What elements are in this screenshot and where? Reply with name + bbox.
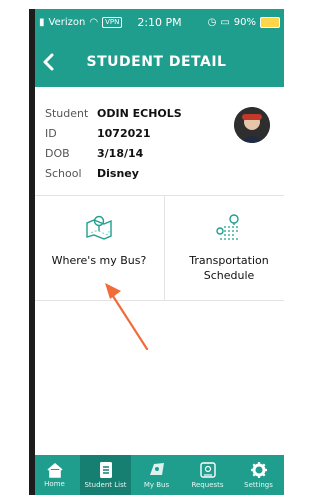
- id-row: ID 1072021: [45, 123, 265, 143]
- tab-settings-label: Settings: [244, 481, 273, 489]
- status-time: 2:10 PM: [137, 15, 182, 29]
- tab-requests-label: Requests: [191, 481, 224, 489]
- avatar-icon: [234, 107, 270, 143]
- tab-student-list-label: Student List: [84, 481, 127, 489]
- wheres-my-bus-label: Where's my Bus?: [51, 254, 147, 267]
- student-row: Student ODIN ECHOLS: [45, 103, 265, 123]
- back-chevron-icon[interactable]: [39, 52, 59, 72]
- tab-student-list[interactable]: Student List: [80, 455, 131, 495]
- transportation-schedule-label: Transportation Schedule: [189, 254, 269, 282]
- home-icon: [46, 462, 63, 478]
- page-title: STUDENT DETAIL: [86, 54, 227, 70]
- status-bar: ▮ Verizon ◠ VPN 2:10 PM ◷ ▭ 90%: [39, 13, 280, 31]
- tab-requests[interactable]: Requests: [182, 455, 233, 495]
- school-label: School: [45, 166, 82, 180]
- requests-icon: [199, 462, 216, 478]
- dob-value: 3/18/14: [97, 146, 144, 160]
- dob-label: DOB: [45, 146, 70, 160]
- id-label: ID: [45, 126, 57, 140]
- gear-icon: [250, 462, 267, 478]
- header: STUDENT DETAIL: [29, 45, 284, 79]
- annotation-arrow: [105, 283, 149, 351]
- bottom-tab-bar: Home Student List My Bus Requests Settin…: [29, 455, 284, 495]
- tab-my-bus[interactable]: My Bus: [131, 455, 182, 495]
- tab-my-bus-label: My Bus: [143, 481, 170, 489]
- map-pin-icon: [86, 215, 112, 240]
- tiles-divider-top: [35, 195, 284, 196]
- tiles-divider-bottom: [35, 300, 284, 301]
- student-label: Student: [45, 106, 89, 120]
- school-value: Disney: [97, 166, 139, 180]
- tab-settings[interactable]: Settings: [233, 455, 284, 495]
- transportation-schedule-tile[interactable]: Transportation Schedule: [165, 197, 284, 299]
- dob-row: DOB 3/18/14: [45, 143, 265, 163]
- tab-home[interactable]: Home: [29, 455, 80, 495]
- top-bar: ▮ Verizon ◠ VPN 2:10 PM ◷ ▭ 90% STUDENT …: [29, 9, 284, 87]
- battery-icon: [260, 16, 280, 28]
- tab-home-label: Home: [44, 480, 65, 488]
- route-icon: [216, 214, 240, 240]
- bus-map-icon: [149, 463, 164, 475]
- school-row: School Disney: [45, 163, 265, 183]
- list-icon: [99, 462, 112, 478]
- phone-screen: ▮ Verizon ◠ VPN 2:10 PM ◷ ▭ 90% STUDENT …: [29, 9, 284, 495]
- student-info: Student ODIN ECHOLS ID 1072021 DOB 3/18/…: [45, 103, 265, 183]
- id-value: 1072021: [97, 126, 151, 140]
- avatar: [234, 107, 270, 143]
- student-name: ODIN ECHOLS: [97, 106, 182, 120]
